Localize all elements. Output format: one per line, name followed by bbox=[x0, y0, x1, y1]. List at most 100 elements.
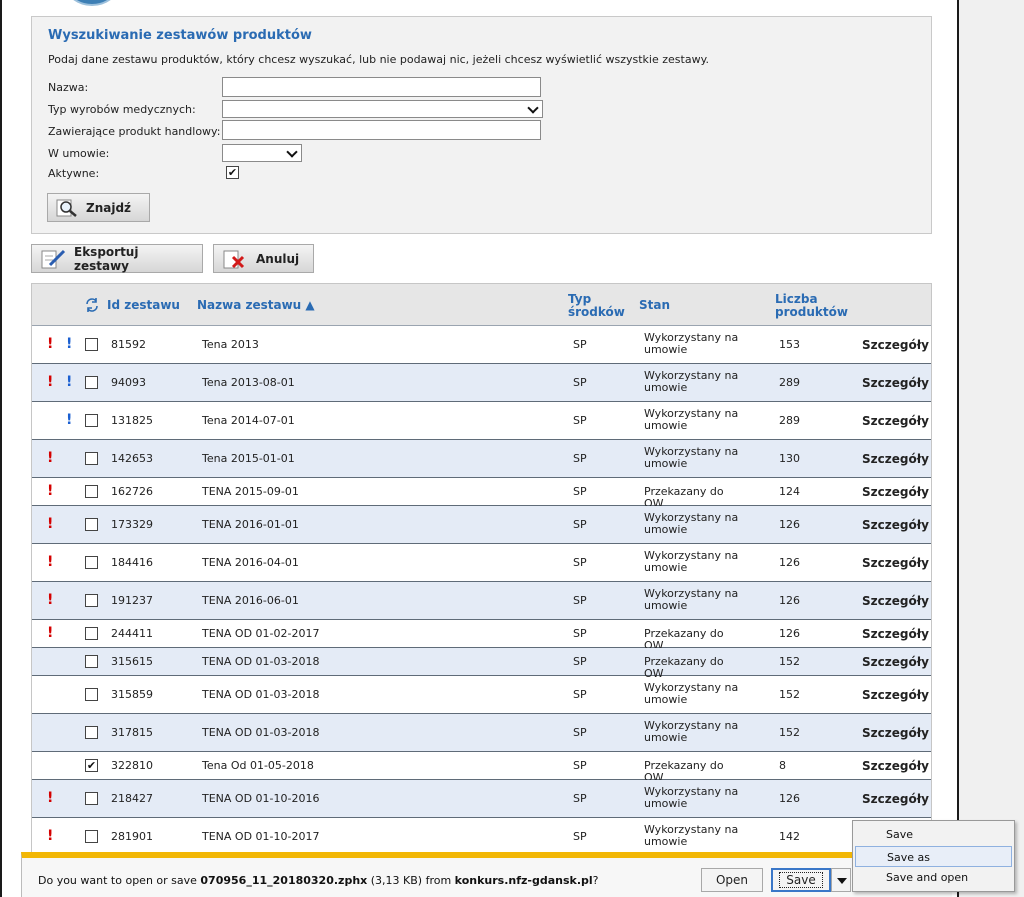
details-link[interactable]: Szczegóły bbox=[862, 338, 929, 352]
row-checkbox[interactable] bbox=[85, 376, 98, 389]
row-status: Wykorzystany na umowie bbox=[644, 445, 739, 470]
row-checkbox[interactable] bbox=[85, 655, 98, 668]
row-status: Wykorzystany na umowie bbox=[644, 549, 739, 574]
details-link[interactable]: Szczegóły bbox=[862, 452, 929, 466]
row-count: 153 bbox=[779, 338, 800, 351]
row-type: SP bbox=[573, 759, 587, 772]
details-link[interactable]: Szczegóły bbox=[862, 688, 929, 702]
alert-red-icon: ! bbox=[47, 828, 54, 844]
alert-red-icon: ! bbox=[47, 374, 54, 390]
row-checkbox[interactable] bbox=[85, 627, 98, 640]
details-link[interactable]: Szczegóły bbox=[862, 759, 929, 773]
download-size: (3,13 KB) from bbox=[367, 874, 455, 887]
refresh-icon[interactable] bbox=[84, 297, 100, 313]
table-row: !! 81592 Tena 2013 SP Wykorzystany na umowie… bbox=[32, 326, 931, 364]
row-count: 142 bbox=[779, 830, 800, 843]
row-type: SP bbox=[573, 414, 587, 427]
table-row: ! 191237 TENA 2016-06-01 SP Wykorzystany na … bbox=[32, 582, 931, 620]
type-select[interactable] bbox=[222, 100, 543, 118]
row-id: 315615 bbox=[111, 655, 153, 668]
details-link[interactable]: Szczegóły bbox=[862, 594, 929, 608]
header-type[interactable]: Typ środków bbox=[568, 293, 625, 319]
header-status[interactable]: Stan bbox=[639, 299, 670, 312]
name-input[interactable] bbox=[222, 77, 541, 97]
row-id: 317815 bbox=[111, 726, 153, 739]
table-row: 317815 TENA OD 01-03-2018 SP Wykorzystany n… bbox=[32, 714, 931, 752]
row-checkbox[interactable] bbox=[85, 452, 98, 465]
details-link[interactable]: Szczegóły bbox=[862, 655, 929, 669]
row-id: 281901 bbox=[111, 830, 153, 843]
details-link[interactable]: Szczegóły bbox=[862, 792, 929, 806]
row-checkbox[interactable] bbox=[85, 594, 98, 607]
row-status: Wykorzystany na umowie bbox=[644, 331, 739, 356]
row-type: SP bbox=[573, 485, 587, 498]
details-link[interactable]: Szczegóły bbox=[862, 414, 929, 428]
row-checkbox[interactable] bbox=[85, 338, 98, 351]
table-row: ! 162726 TENA 2015-09-01 SP Przekazany do OW… bbox=[32, 478, 931, 510]
row-id: 173329 bbox=[111, 518, 153, 531]
details-link[interactable]: Szczegóły bbox=[862, 485, 929, 499]
row-checkbox[interactable] bbox=[85, 485, 98, 498]
row-name: TENA 2016-06-01 bbox=[202, 594, 299, 607]
download-prefix: Do you want to open or save bbox=[38, 874, 201, 887]
active-label: Aktywne: bbox=[48, 167, 100, 180]
results-table: Id zestawu Nazwa zestawu ▲ Typ środków S… bbox=[31, 283, 932, 853]
details-link[interactable]: Szczegóły bbox=[862, 726, 929, 740]
table-row: ! 173329 TENA 2016-01-01 SP Wykorzystany na … bbox=[32, 506, 931, 544]
row-status: Wykorzystany na umowie bbox=[644, 587, 739, 612]
row-checkbox[interactable] bbox=[85, 518, 98, 531]
row-count: 126 bbox=[779, 627, 800, 640]
export-button-label: Eksportuj zestawy bbox=[74, 244, 139, 273]
alert-red-icon: ! bbox=[47, 790, 54, 806]
header-count[interactable]: Liczba produktów bbox=[775, 293, 848, 319]
product-input[interactable] bbox=[222, 120, 541, 140]
row-status: Wykorzystany na umowie bbox=[644, 407, 739, 432]
row-id: 191237 bbox=[111, 594, 153, 607]
table-row: 315615 TENA OD 01-03-2018 SP Przekazany do … bbox=[32, 648, 931, 680]
row-count: 152 bbox=[779, 655, 800, 668]
table-row: ! 184416 TENA 2016-04-01 SP Wykorzystany na … bbox=[32, 544, 931, 582]
page-left-border bbox=[0, 0, 6, 897]
row-checkbox[interactable] bbox=[85, 414, 98, 427]
row-checkbox[interactable] bbox=[85, 688, 98, 701]
row-checkbox[interactable] bbox=[85, 726, 98, 739]
row-type: SP bbox=[573, 518, 587, 531]
menu-item-save[interactable]: Save bbox=[855, 824, 1012, 845]
menu-item-save-and-open[interactable]: Save and open bbox=[855, 867, 1012, 888]
menu-item-save-as[interactable]: Save as bbox=[855, 846, 1012, 867]
active-checkbox[interactable]: ✔ bbox=[226, 166, 239, 179]
details-link[interactable]: Szczegóły bbox=[862, 518, 929, 532]
row-count: 126 bbox=[779, 594, 800, 607]
open-button[interactable]: Open bbox=[701, 868, 763, 892]
row-checkbox[interactable] bbox=[85, 830, 98, 843]
table-row: ✔ 322810 Tena Od 01-05-2018 SP Przekazany do… bbox=[32, 752, 931, 784]
save-dropdown-arrow[interactable] bbox=[831, 868, 851, 892]
details-link[interactable]: Szczegóły bbox=[862, 556, 929, 570]
row-checkbox[interactable] bbox=[85, 556, 98, 569]
export-button[interactable]: Eksportuj zestawy bbox=[31, 244, 203, 273]
row-id: 322810 bbox=[111, 759, 153, 772]
row-type: SP bbox=[573, 688, 587, 701]
cancel-button[interactable]: Anuluj bbox=[213, 244, 314, 273]
row-type: SP bbox=[573, 792, 587, 805]
row-checkbox[interactable] bbox=[85, 792, 98, 805]
search-title: Wyszukiwanie zestawów produktów bbox=[48, 28, 312, 43]
table-row: 315859 TENA OD 01-03-2018 SP Wykorzystany n… bbox=[32, 676, 931, 714]
details-link[interactable]: Szczegóły bbox=[862, 376, 929, 390]
row-count: 126 bbox=[779, 518, 800, 531]
row-type: SP bbox=[573, 655, 587, 668]
page-right-gutter bbox=[957, 0, 1024, 897]
header-id[interactable]: Id zestawu bbox=[107, 299, 180, 312]
save-button[interactable]: Save bbox=[771, 868, 831, 892]
contract-select[interactable] bbox=[222, 144, 302, 162]
edit-icon bbox=[41, 249, 66, 268]
find-button[interactable]: Znajdź bbox=[47, 193, 150, 222]
row-status: Wykorzystany na umowie bbox=[644, 785, 739, 810]
row-count: 124 bbox=[779, 485, 800, 498]
row-checkbox[interactable]: ✔ bbox=[85, 759, 98, 772]
download-suffix: ? bbox=[592, 874, 599, 887]
details-link[interactable]: Szczegóły bbox=[862, 627, 929, 641]
alert-red-icon: ! bbox=[47, 625, 54, 641]
header-name[interactable]: Nazwa zestawu ▲ bbox=[197, 299, 315, 312]
row-id: 218427 bbox=[111, 792, 153, 805]
